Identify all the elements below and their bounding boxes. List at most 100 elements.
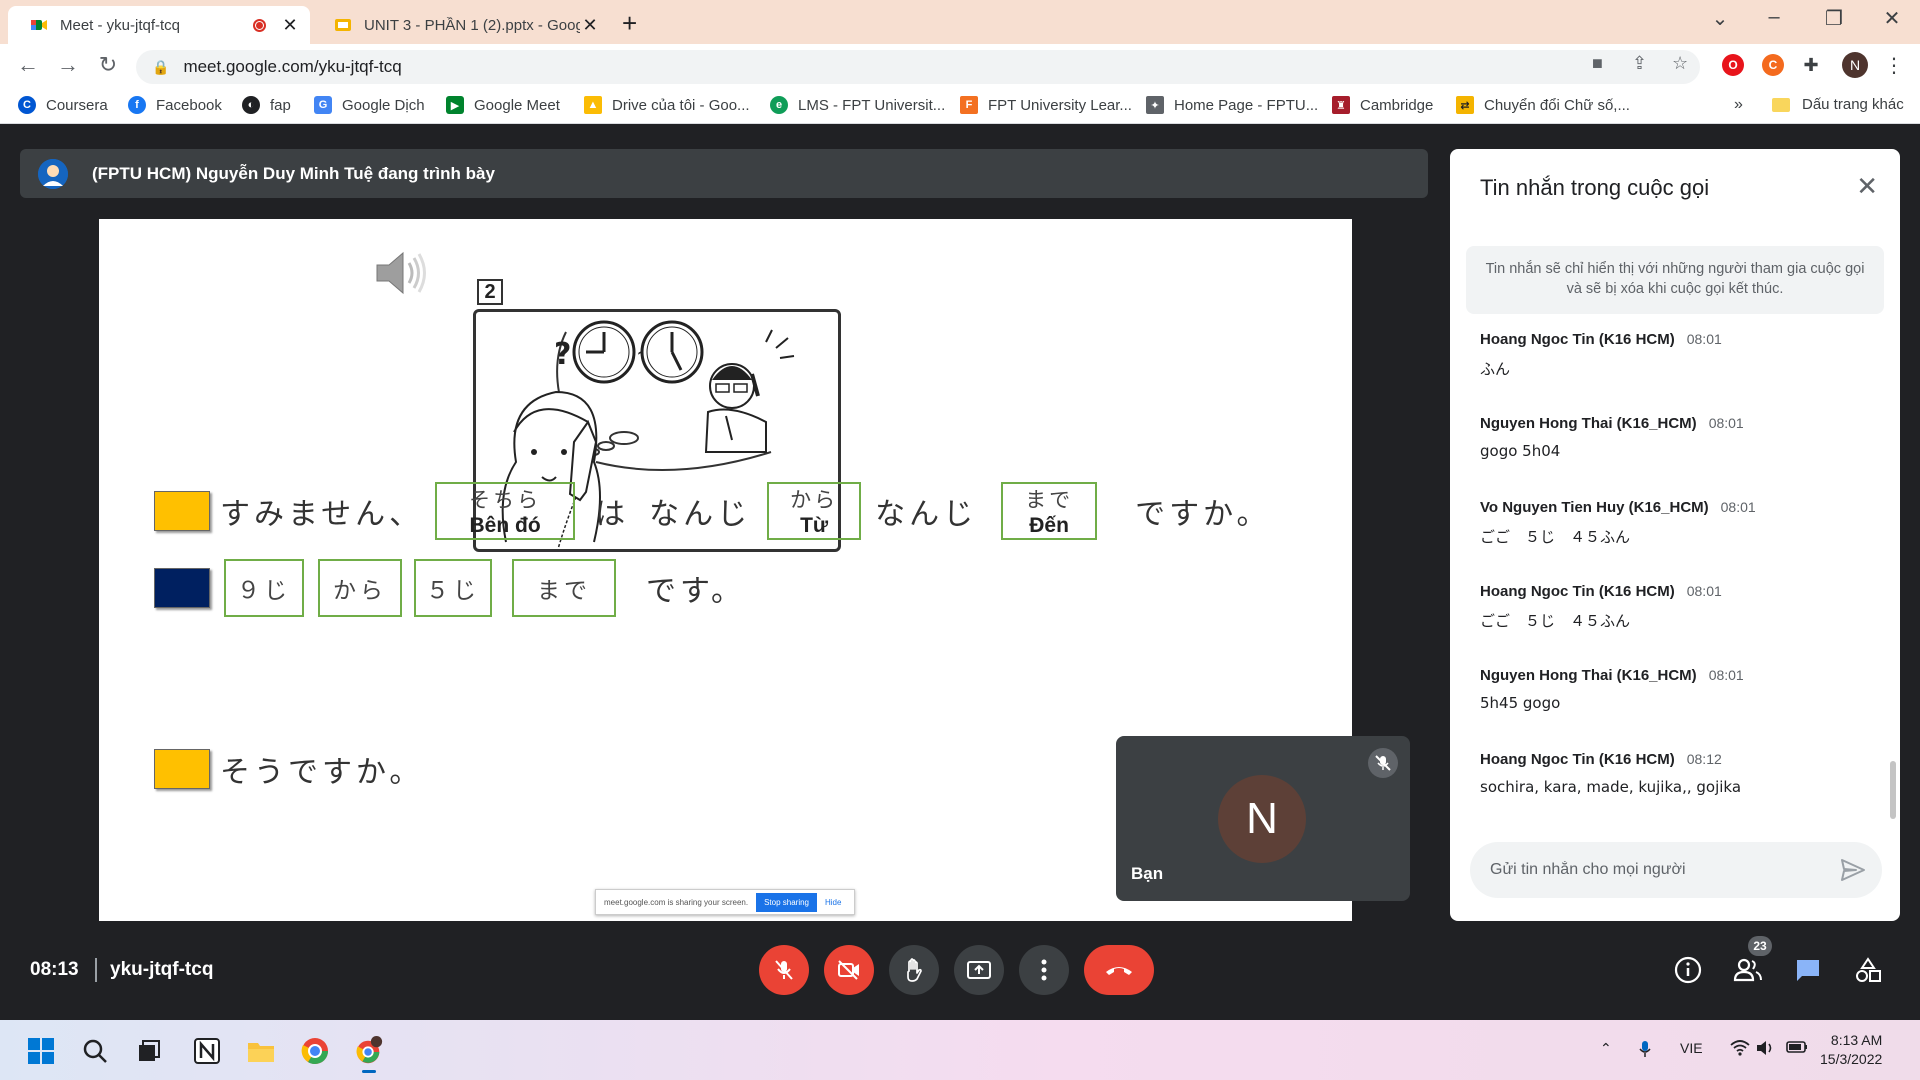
extension-grammar-icon[interactable]: C [1762,54,1784,76]
chat-message: Nguyen Hong Thai (K16_HCM) 08:01 gogo 5h0… [1480,415,1744,460]
active-app-indicator [362,1070,376,1073]
chrome-active-icon[interactable] [354,1036,384,1066]
bookmark-label: FPT University Lear... [988,96,1132,114]
profile-avatar[interactable]: N [1842,52,1868,78]
meeting-details-button[interactable] [1670,952,1706,988]
bookmarks-overflow-icon[interactable]: » [1734,96,1743,114]
people-icon [1733,958,1762,982]
camera-off-icon [838,960,859,980]
tab-slides[interactable]: UNIT 3 - PHẦN 1 (2).pptx - Goog ✕ [312,6,610,44]
meet-icon: ▶ [446,96,464,114]
picture-number: 2 [477,279,503,305]
self-video-tile[interactable]: N Bạn [1116,736,1410,901]
chat-close-icon[interactable]: ✕ [1856,171,1878,202]
share-icon[interactable]: ⇪ [1632,53,1647,74]
mic-off-icon [1368,748,1398,778]
stop-sharing-button[interactable]: Stop sharing [756,892,817,912]
message-sender: Hoang Ngoc Tin (K16 HCM) [1480,583,1675,600]
vocab-box: ９じ [224,559,304,617]
present-icon [967,961,991,979]
back-icon[interactable]: ← [14,52,42,78]
chat-message-input[interactable] [1490,861,1830,879]
restore-icon[interactable]: ❐ [1822,6,1846,31]
reload-icon[interactable]: ↻ [94,52,122,78]
search-icon[interactable] [80,1036,110,1066]
chat-button[interactable] [1790,952,1826,988]
send-icon[interactable] [1840,858,1866,882]
tab-close-icon[interactable]: ✕ [580,15,600,36]
more-options-button[interactable] [1019,945,1069,995]
microphone-tray-icon[interactable] [1638,1040,1652,1061]
camera-toggle-button[interactable] [824,945,874,995]
bookmark-label: Google Dịch [342,96,425,114]
windows-start-icon[interactable] [26,1036,56,1066]
forward-icon[interactable]: → [54,52,82,78]
bookmark-star-icon[interactable]: ☆ [1672,53,1688,74]
participants-button[interactable] [1730,952,1766,988]
minimize-icon[interactable]: – [1762,6,1786,29]
bookmark-chuyen-doi[interactable]: ⇄ Chuyển đổi Chữ số,... [1456,96,1630,114]
participant-count-badge: 23 [1748,936,1772,956]
cambridge-icon: ♜ [1332,96,1350,114]
system-clock[interactable]: 8:13 AM 15/3/2022 [1820,1031,1882,1069]
tray-overflow-icon[interactable]: ⌃ [1600,1040,1612,1057]
hide-notice-link[interactable]: Hide [825,898,841,907]
message-time: 08:01 [1686,583,1722,599]
bookmark-fap[interactable]: ◐ fap [242,96,291,114]
microphone-toggle-button[interactable] [759,945,809,995]
wifi-icon[interactable] [1730,1040,1750,1059]
window-close-icon[interactable]: ✕ [1880,6,1904,31]
extension-opera-icon[interactable]: O [1722,54,1744,76]
bookmark-drive[interactable]: ▲ Drive của tôi - Goo... [584,96,750,114]
chat-input-container [1470,842,1882,898]
screen-share-notice: meet.google.com is sharing your screen. … [595,889,855,915]
chrome-profile-icon[interactable] [300,1036,330,1066]
bookmark-label: Coursera [46,96,108,114]
globe-icon: ◐ [242,96,260,114]
lock-icon[interactable]: 🔒 [152,59,169,76]
more-vert-icon [1041,959,1047,981]
battery-icon[interactable] [1786,1040,1808,1057]
tab-close-icon[interactable]: ✕ [280,15,300,36]
chat-scrollbar[interactable] [1890,761,1896,819]
bookmark-label: fap [270,96,291,114]
bookmark-google-dich[interactable]: G Google Dịch [314,96,425,114]
hang-up-icon [1106,967,1132,975]
bookmark-facebook[interactable]: f Facebook [128,96,222,114]
new-tab-button[interactable]: + [622,8,637,39]
language-indicator[interactable]: VIE [1680,1040,1703,1056]
message-sender: Nguyen Hong Thai (K16_HCM) [1480,415,1697,432]
bookmark-fpt-learning[interactable]: F FPT University Lear... [960,96,1132,114]
audio-speaker-icon[interactable] [371,243,431,303]
message-time: 08:12 [1686,751,1722,767]
bookmark-google-meet[interactable]: ▶ Google Meet [446,96,560,114]
address-bar[interactable]: 🔒 meet.google.com/yku-jtqf-tcq [136,50,1700,84]
tab-search-icon[interactable]: ⌄ [1708,6,1732,31]
notion-icon[interactable] [192,1036,222,1066]
raise-hand-button[interactable] [889,945,939,995]
browser-menu-icon[interactable]: ⋮ [1884,53,1904,78]
bookmark-fptu-home[interactable]: ✦ Home Page - FPTU... [1146,96,1318,114]
message-sender: Vo Nguyen Tien Huy (K16_HCM) [1480,499,1709,516]
bookmark-label: Drive của tôi - Goo... [612,96,750,114]
extensions-puzzle-icon[interactable]: ✚ [1800,54,1822,76]
box-meaning: Từ [800,514,829,537]
translate-icon: G [314,96,332,114]
bookmark-cambridge[interactable]: ♜ Cambridge [1332,96,1433,114]
other-bookmarks-folder[interactable]: Dấu trang khác [1772,96,1904,113]
person-icon [38,158,68,189]
bookmark-lms[interactable]: e LMS - FPT Universit... [770,96,945,114]
volume-icon[interactable] [1756,1040,1774,1059]
activities-button[interactable] [1850,952,1886,988]
file-explorer-icon[interactable] [246,1036,276,1066]
message-text: ごご ５じ ４５ふん [1480,528,1631,546]
tab-meet[interactable]: Meet - yku-jtqf-tcq ✕ [8,6,310,44]
leave-call-button[interactable] [1084,945,1154,995]
chat-message: Hoang Ngoc Tin (K16 HCM) 08:12 sochira, k… [1480,751,1741,796]
bookmark-coursera[interactable]: C Coursera [18,96,108,114]
folder-icon [1772,97,1790,112]
present-screen-button[interactable] [954,945,1004,995]
camera-in-use-icon[interactable]: ■ [1592,53,1603,74]
task-view-icon[interactable] [134,1036,164,1066]
chat-icon [1797,960,1819,981]
